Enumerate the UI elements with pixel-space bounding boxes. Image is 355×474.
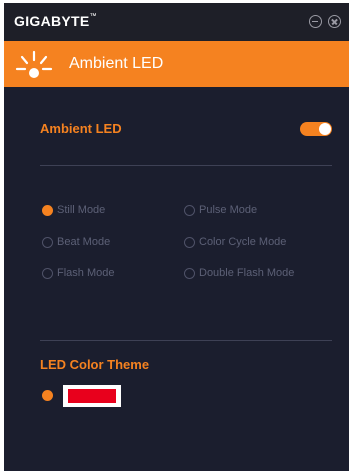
mode-label: Still Mode — [57, 204, 106, 216]
brand-logo: GIGABYTE™ — [14, 13, 97, 29]
color-swatch[interactable] — [63, 385, 121, 407]
minimize-icon[interactable] — [309, 15, 322, 28]
mode-label: Beat Mode — [57, 236, 111, 248]
title-bar: GIGABYTE™ — [4, 3, 349, 41]
divider — [40, 340, 332, 341]
page-header: Ambient LED — [4, 41, 349, 87]
mode-double-flash[interactable]: Double Flash Mode — [184, 265, 294, 281]
led-color-theme-label: LED Color Theme — [40, 357, 150, 372]
radio-selected-icon — [42, 204, 53, 216]
brand-name: GIGABYTE — [14, 13, 90, 29]
page-title: Ambient LED — [69, 55, 164, 72]
color-selected-icon[interactable] — [42, 390, 53, 401]
color-swatch-fill — [68, 389, 116, 403]
radio-unselected-icon — [42, 236, 53, 248]
mode-label: Pulse Mode — [199, 204, 258, 216]
app-window: GIGABYTE™ Ambient LED Ambient LED Still … — [4, 3, 349, 471]
mode-pulse[interactable]: Pulse Mode — [184, 202, 257, 218]
mode-flash[interactable]: Flash Mode — [42, 265, 114, 281]
brand-trademark: ™ — [89, 13, 97, 20]
ambient-led-toggle[interactable] — [300, 122, 332, 136]
mode-label: Flash Mode — [57, 267, 115, 279]
divider — [40, 165, 332, 166]
radio-unselected-icon — [184, 267, 195, 279]
radio-unselected-icon — [184, 204, 195, 216]
mode-still[interactable]: Still Mode — [42, 202, 105, 218]
close-icon[interactable] — [328, 15, 341, 28]
toggle-knob — [319, 123, 331, 135]
radio-unselected-icon — [184, 236, 195, 248]
radio-unselected-icon — [42, 267, 53, 279]
ambient-led-label: Ambient LED — [40, 121, 122, 136]
mode-label: Color Cycle Mode — [199, 236, 287, 248]
mode-label: Double Flash Mode — [199, 267, 295, 279]
led-light-icon — [15, 50, 53, 78]
mode-beat[interactable]: Beat Mode — [42, 234, 110, 250]
mode-color-cycle[interactable]: Color Cycle Mode — [184, 234, 286, 250]
